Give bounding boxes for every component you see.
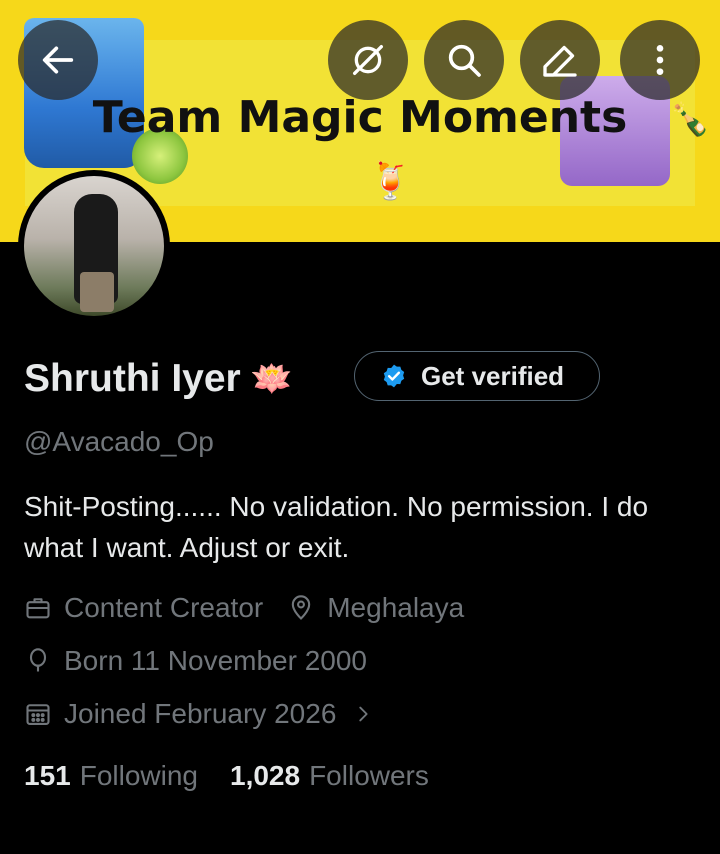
location-pin-icon <box>292 595 311 620</box>
profile-category: Content Creator <box>64 592 264 623</box>
profile-bio: Shit-Posting...... No validation. No per… <box>24 491 649 563</box>
get-verified-label: Get verified <box>421 360 565 391</box>
profile-location: Meghalaya <box>327 592 465 623</box>
following-label: Following <box>79 760 198 791</box>
lotus-emoji-icon: 🪷 <box>250 360 294 398</box>
following-link[interactable]: 151 Following <box>24 760 198 792</box>
avatar-legs <box>80 272 114 312</box>
chevron-right-icon <box>359 706 368 722</box>
profile-meta-row-2: Born 11 November 2000 <box>24 645 367 677</box>
back-button[interactable] <box>18 20 98 100</box>
grok-button[interactable] <box>328 20 408 100</box>
followers-count: 1,028 <box>230 760 301 791</box>
edit-button[interactable] <box>520 20 600 100</box>
profile-birthday: Born 11 November 2000 <box>64 645 367 676</box>
avatar-photo <box>24 176 164 316</box>
briefcase-icon <box>26 598 50 619</box>
profile-name-row: Shruthi Iyer 🪷 <box>24 352 293 406</box>
followers-link[interactable]: 1,028 Followers <box>230 760 429 792</box>
calendar-icon <box>26 704 50 725</box>
profile-avatar[interactable] <box>18 170 170 322</box>
more-vertical-icon <box>656 45 664 75</box>
get-verified-button[interactable]: Get verified <box>354 351 600 401</box>
search-button[interactable] <box>424 20 504 100</box>
cocktail-icon: 🍹 <box>368 160 413 201</box>
back-arrow-icon <box>42 46 74 74</box>
profile-name: Shruthi Iyer <box>24 357 241 400</box>
profile-meta-row-1: Content Creator Meghalaya <box>24 592 464 624</box>
search-icon <box>448 44 481 77</box>
following-count: 151 <box>24 760 71 791</box>
balloon-icon <box>29 648 47 672</box>
banner-title: Team Magic Moments <box>92 92 628 143</box>
follow-stats: 151 Following 1,028 Followers <box>24 760 429 792</box>
profile-handle: @Avacado_Op <box>24 426 214 457</box>
profile-joined: Joined February 2026 <box>64 698 337 729</box>
profile-joined-row[interactable]: Joined February 2026 <box>24 698 374 730</box>
grok-icon <box>353 45 383 76</box>
edit-icon <box>543 45 577 77</box>
more-button[interactable] <box>620 20 700 100</box>
followers-label: Followers <box>309 760 429 791</box>
champagne-icon: 🍾 <box>670 101 710 137</box>
verified-badge-icon <box>383 364 405 388</box>
